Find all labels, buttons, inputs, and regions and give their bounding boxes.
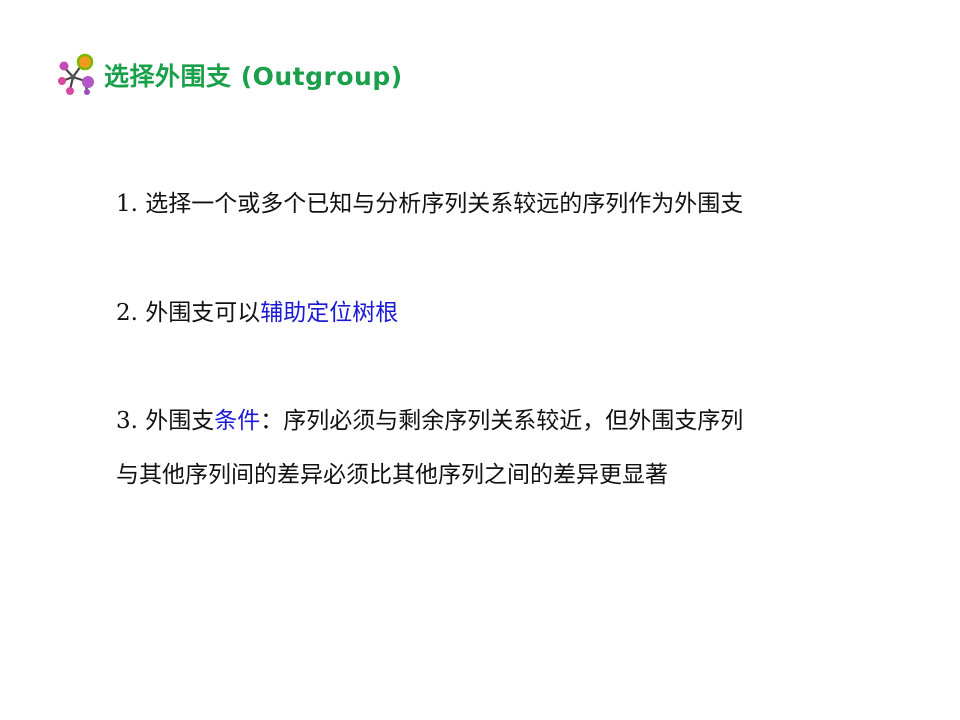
item-text: 外围支 <box>145 408 215 434</box>
item-number: 2. <box>116 300 138 326</box>
item-text: 选择一个或多个已知与分析序列关系较远的序列作为外围支 <box>145 191 744 217</box>
page-title: 选择外围支 (Outgroup) <box>104 62 403 91</box>
item-number: 3. <box>116 408 138 434</box>
title-bar: 选择外围支 (Outgroup) <box>58 50 403 100</box>
item-text-rest: ：序列必须与剩余序列关系较近，但外围支序列 <box>260 408 744 434</box>
molecule-icon <box>58 53 94 95</box>
highlighted-text: 条件 <box>214 408 261 434</box>
item-number: 1. <box>116 191 138 217</box>
slide: 选择外围支 (Outgroup) 1. 选择一个或多个已知与分析序列关系较远的序… <box>0 0 960 720</box>
highlighted-text: 辅助定位树根 <box>260 300 399 326</box>
list-item: 2. 外围支可以辅助定位树根 <box>116 286 398 340</box>
list-item: 3. 外围支条件：序列必须与剩余序列关系较近，但外围支序列 与其他序列间的差异必… <box>116 394 743 502</box>
item-line: 3. 外围支条件：序列必须与剩余序列关系较近，但外围支序列 <box>116 394 743 448</box>
item-text: 外围支可以 <box>145 300 261 326</box>
list-item: 1. 选择一个或多个已知与分析序列关系较远的序列作为外围支 <box>116 177 743 231</box>
item-line-continued: 与其他序列间的差异必须比其他序列之间的差异更显著 <box>116 462 668 488</box>
